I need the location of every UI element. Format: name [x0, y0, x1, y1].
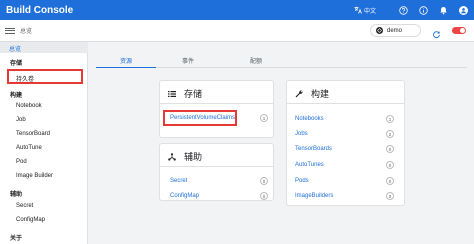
namespace-label: demo — [387, 27, 403, 34]
storage-card-title: 存储 — [184, 89, 203, 99]
autotunes-count-badge: 0 — [386, 161, 394, 169]
jobs-count-badge: 2 — [386, 130, 394, 138]
tab-quota[interactable]: 配额 — [226, 53, 286, 68]
imagebuilders-link[interactable]: ImageBuilders — [295, 193, 333, 199]
autotunes-link[interactable]: AutoTunes — [295, 162, 324, 168]
aux-card: 辅助 Secret 0 ConfigMap 0 — [159, 143, 274, 201]
app-bar-actions: 中文 — [354, 0, 468, 20]
sidebar-item-tensorboard[interactable]: TensorBoard — [0, 131, 88, 137]
list-icon — [168, 90, 176, 97]
sidebar-item-pod[interactable]: Pod — [0, 159, 88, 165]
tab-resources[interactable]: 资源 — [96, 53, 156, 68]
storage-card: 存储 PersistentVolumeClaims 1 — [159, 80, 274, 138]
refresh-icon[interactable] — [432, 26, 441, 39]
build-card-title: 构建 — [311, 89, 330, 99]
sidebar-item-job[interactable]: Job — [0, 117, 88, 123]
sidebar-item-autotune[interactable]: AutoTune — [0, 145, 88, 151]
configmap-link[interactable]: ConfigMap — [170, 193, 199, 199]
language-switch[interactable]: 中文 — [354, 6, 376, 15]
sidebar-item-overview[interactable]: 总览 — [0, 42, 88, 53]
tab-events[interactable]: 事件 — [158, 53, 218, 68]
app-bar: Build Console 中文 — [0, 0, 474, 20]
pvc-count-badge: 1 — [260, 114, 268, 122]
sidebar: 总览 存储 持久卷 构建 Notebook Job TensorBoard Au… — [0, 42, 88, 244]
share-nodes-icon — [168, 152, 176, 161]
sidebar-section-about: 关于 — [10, 236, 23, 242]
language-label: 中文 — [363, 8, 376, 15]
user-avatar[interactable] — [459, 5, 468, 15]
secret-count-badge: 0 — [260, 177, 268, 185]
namespace-icon — [376, 27, 383, 34]
menu-icon[interactable] — [5, 26, 15, 36]
sidebar-item-image-builder[interactable]: Image Builder — [0, 173, 88, 179]
breadcrumb: 总览 — [20, 29, 33, 35]
jobs-link[interactable]: Jobs — [295, 131, 308, 137]
sidebar-section-build: 构建 — [10, 93, 23, 99]
pods-count-badge: 0 — [386, 177, 394, 185]
help-icon[interactable] — [399, 5, 408, 15]
secret-link[interactable]: Secret — [170, 178, 187, 184]
sidebar-section-storage: 存储 — [10, 61, 23, 67]
pods-link[interactable]: Pods — [295, 178, 309, 184]
sidebar-item-notebook[interactable]: Notebook — [0, 103, 88, 109]
theme-toggle[interactable] — [452, 27, 466, 34]
build-card-header: 构建 — [295, 87, 329, 100]
namespace-selector[interactable]: demo — [370, 24, 421, 37]
build-card: 构建 Notebooks 1 Jobs 2 TensorBoards 0 Aut… — [286, 80, 405, 206]
tensorboards-link[interactable]: TensorBoards — [295, 146, 332, 152]
sidebar-item-secret[interactable]: Secret — [0, 203, 88, 209]
aux-card-title: 辅助 — [184, 152, 203, 162]
notification-bell-icon[interactable] — [439, 6, 448, 15]
translate-icon — [354, 6, 362, 14]
app-title: Build Console — [6, 4, 74, 16]
sidebar-item-persistent-volumes[interactable]: 持久卷 — [0, 74, 88, 83]
configmap-count-badge: 0 — [260, 192, 268, 200]
tensorboards-count-badge: 0 — [386, 145, 394, 153]
pvc-highlight-box — [163, 110, 237, 126]
sidebar-section-aux: 辅助 — [10, 192, 23, 198]
sidebar-item-configmap[interactable]: ConfigMap — [0, 217, 88, 223]
user-icon — [461, 7, 466, 13]
wrench-icon — [295, 89, 303, 97]
notebooks-count-badge: 1 — [386, 115, 394, 123]
notebooks-link[interactable]: Notebooks — [295, 116, 324, 122]
storage-card-header: 存储 — [168, 87, 202, 100]
imagebuilders-count-badge: 0 — [386, 192, 394, 200]
toolbar: 总览 demo — [0, 20, 474, 42]
info-icon[interactable] — [419, 5, 428, 15]
aux-card-header: 辅助 — [168, 150, 202, 163]
tab-bar: 资源 事件 配额 — [96, 53, 467, 68]
